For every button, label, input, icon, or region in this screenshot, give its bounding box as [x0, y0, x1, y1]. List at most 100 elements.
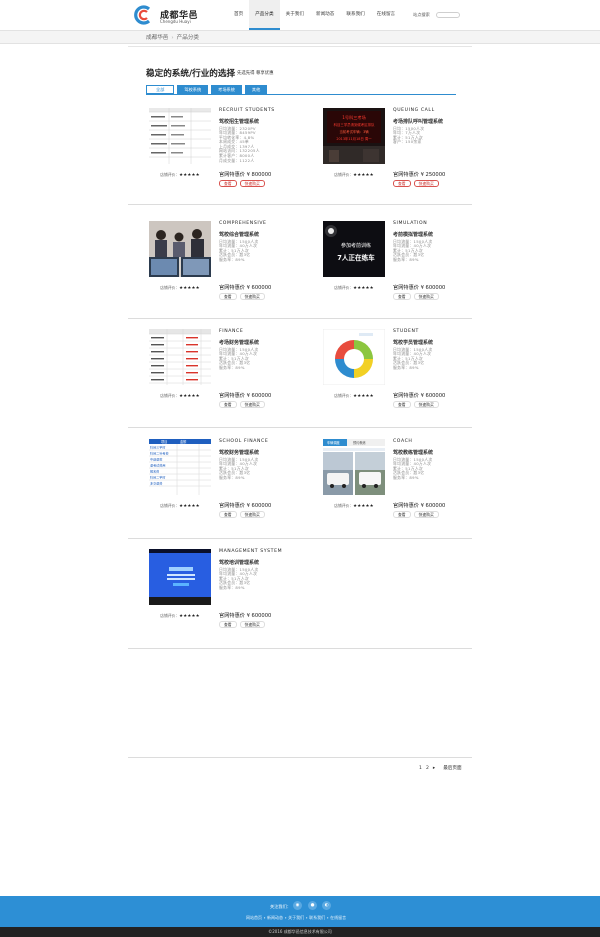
product-actions: 查看 快速购买	[393, 293, 439, 300]
product-name-cn[interactable]: 驾校学员管理系统	[393, 339, 483, 346]
section-subtitle: 先选先得 尊享优惠	[237, 71, 274, 76]
product-card: 车辆调度 预约教练 COACH 驾校教练管理系统 日均流量：1500人次 年均流…	[323, 439, 473, 529]
product-name-cn[interactable]: 驾校财务管理系统	[219, 449, 309, 456]
view-button[interactable]: 查看	[219, 621, 237, 628]
page-link[interactable]: 1	[419, 766, 422, 771]
product-name-cn[interactable]: 驾校教练管理系统	[393, 449, 483, 456]
spec-line: 服务率：89%	[219, 256, 245, 262]
row-divider	[128, 204, 472, 205]
quick-buy-button[interactable]: 快速购买	[413, 293, 439, 300]
screen-line: 1号科三考场	[342, 114, 366, 121]
tab-driving-school[interactable]: 驾校系统	[177, 85, 209, 94]
product-info: QUEUING CALL 考场排队呼叫管理系统 日均：1500人次 年均：7万人…	[393, 108, 483, 145]
tab-exam-hall[interactable]: 考场系统	[211, 85, 242, 94]
product-price: 官网特惠价 ¥ 600000	[393, 393, 446, 399]
product-thumbnail[interactable]	[149, 549, 211, 605]
last-page-link[interactable]: 最后页面	[443, 765, 461, 771]
breadcrumb-home[interactable]: 成都华邑	[146, 35, 168, 41]
category-tabs: 全部 驾校系统 考场系统 其他	[146, 85, 268, 94]
product-price: 官网特惠价 ¥ 600000	[393, 285, 446, 291]
spec-line: 月成交量：1122人	[219, 157, 255, 163]
product-thumbnail[interactable]: 车辆调度 预约教练	[323, 439, 385, 495]
product-specs: 日均流量：1500人次 年均流量：40万人次 累计：51万人次 活跃会员：超3亿…	[219, 347, 309, 371]
quick-buy-button[interactable]: 快速购买	[239, 293, 265, 300]
quick-buy-button[interactable]: 快速购买	[239, 621, 265, 628]
product-price: 官网特惠价 ¥ 250000	[393, 172, 446, 178]
product-name-cn[interactable]: 驾校综合管理系统	[219, 231, 309, 238]
shop-rating: 店铺评价：★★★★★	[323, 503, 385, 509]
product-name-en: RECRUIT STUDENTS	[219, 108, 275, 113]
spec-line: 服务率：89%	[219, 364, 245, 370]
view-button[interactable]: 查看	[393, 511, 411, 518]
rating-label: 店铺评价：	[334, 285, 354, 290]
nav-products[interactable]: 产品分类	[249, 0, 280, 30]
quick-buy-button[interactable]: 快速购买	[239, 401, 265, 408]
star-rating-icon: ★★★★★	[353, 504, 374, 509]
view-button[interactable]: 查看	[219, 511, 237, 518]
footer-links[interactable]: 网站首页 ∙ 新闻动态 ∙ 关于我们 ∙ 联系我们 ∙ 在线留言	[246, 915, 346, 921]
view-button[interactable]: 查看	[393, 293, 411, 300]
breadcrumb-bar	[0, 30, 600, 44]
product-name-cn[interactable]: 考场排队呼叫管理系统	[393, 118, 483, 125]
view-button[interactable]: 查看	[219, 180, 237, 187]
breadcrumb: 成都华邑 › 产品分类	[146, 33, 199, 41]
nav-news[interactable]: 新闻动态	[310, 0, 340, 30]
next-page-icon[interactable]: ▸	[433, 766, 435, 771]
product-name-cn[interactable]: 考场财务管理系统	[219, 339, 309, 346]
tab-other[interactable]: 其他	[244, 85, 268, 94]
product-name-cn[interactable]: 考前模拟管理系统	[393, 231, 483, 238]
search-input[interactable]	[436, 12, 460, 18]
product-thumbnail[interactable]	[149, 108, 211, 164]
product-name-cn[interactable]: 驾校招生管理系统	[219, 118, 309, 125]
wechat-icon[interactable]: ◐	[322, 901, 331, 910]
shop-rating: 店铺评价：★★★★★	[149, 285, 211, 291]
nav-home[interactable]: 首页	[228, 0, 249, 30]
product-price: 官网特惠价 ¥ 600000	[219, 393, 272, 399]
product-thumbnail[interactable]	[323, 329, 385, 385]
view-button[interactable]: 查看	[393, 180, 411, 187]
product-thumbnail[interactable]: 1号科三考场 科目三学员请到候考区排队 当前考试车辆：3辆 2013年11月18…	[323, 108, 385, 164]
star-rating-icon: ★★★★★	[179, 614, 200, 619]
menu-header: 项目	[161, 440, 167, 444]
view-button[interactable]: 查看	[219, 401, 237, 408]
row-divider	[128, 427, 472, 428]
screen-line: 参加考前训练	[341, 242, 371, 249]
star-rating-icon: ★★★★★	[179, 286, 200, 291]
product-name-cn[interactable]: 驾校培训管理系统	[219, 559, 309, 566]
quick-buy-button[interactable]: 快速购买	[413, 401, 439, 408]
page-link[interactable]: 2	[426, 766, 429, 771]
screen-line: 2013年11月18日 周一	[336, 136, 372, 141]
view-button[interactable]: 查看	[393, 401, 411, 408]
row-divider	[128, 648, 472, 649]
product-specs: 日均流量：1500人次 年均流量：40万人次 累计：51万人次 活跃会员：超3亿…	[219, 457, 309, 481]
product-thumbnail[interactable]: 参加考前训练 7人正在练车	[323, 221, 385, 277]
product-info: STUDENT 驾校学员管理系统 日均流量：1500人次 年均流量：40万人次 …	[393, 329, 483, 370]
quick-buy-button[interactable]: 快速购买	[239, 511, 265, 518]
qq-icon[interactable]: ●	[308, 901, 317, 910]
weibo-icon[interactable]: ◉	[293, 901, 302, 910]
product-name-en: COACH	[393, 439, 413, 444]
product-thumbnail[interactable]	[149, 221, 211, 277]
product-thumbnail[interactable]	[149, 329, 211, 385]
quick-buy-button[interactable]: 快速购买	[239, 180, 265, 187]
nav-contact[interactable]: 联系我们	[340, 0, 370, 30]
company-logo-icon[interactable]	[134, 5, 154, 25]
quick-buy-button[interactable]: 快速购买	[413, 180, 439, 187]
product-info: SCHOOL FINANCE 驾校财务管理系统 日均流量：1500人次 年均流量…	[219, 439, 309, 480]
product-card: MANAGEMENT SYSTEM 驾校培训管理系统 日均流量：1500人次 年…	[149, 549, 299, 639]
spec-line: 服务率：89%	[219, 474, 245, 480]
nav-about[interactable]: 关于我们	[280, 0, 310, 30]
product-info: FINANCE 考场财务管理系统 日均流量：1500人次 年均流量：40万人次 …	[219, 329, 309, 370]
view-button[interactable]: 查看	[219, 293, 237, 300]
search-label: 站点搜索	[413, 12, 430, 17]
product-price: 官网特惠价 ¥ 800000	[219, 172, 272, 178]
product-info: COACH 驾校教练管理系统 日均流量：1500人次 年均流量：40万人次 累计…	[393, 439, 483, 480]
tab-all[interactable]: 全部	[146, 85, 175, 94]
shop-rating: 店铺评价：★★★★★	[323, 172, 385, 178]
product-info: MANAGEMENT SYSTEM 驾校培训管理系统 日均流量：1500人次 年…	[219, 549, 309, 590]
site-header: 成都华邑 Chengdu Huayi 首页 产品分类 关于我们 新闻动态 联系我…	[0, 0, 600, 30]
quick-buy-button[interactable]: 快速购买	[413, 511, 439, 518]
menu-item: 科目三学时	[150, 445, 165, 450]
nav-message[interactable]: 在线留言	[371, 0, 401, 30]
product-thumbnail[interactable]: 项目 金额 科目三学时 科目二补考费 中途退款 退考试费用 报名费 科目二学时 …	[149, 439, 211, 495]
